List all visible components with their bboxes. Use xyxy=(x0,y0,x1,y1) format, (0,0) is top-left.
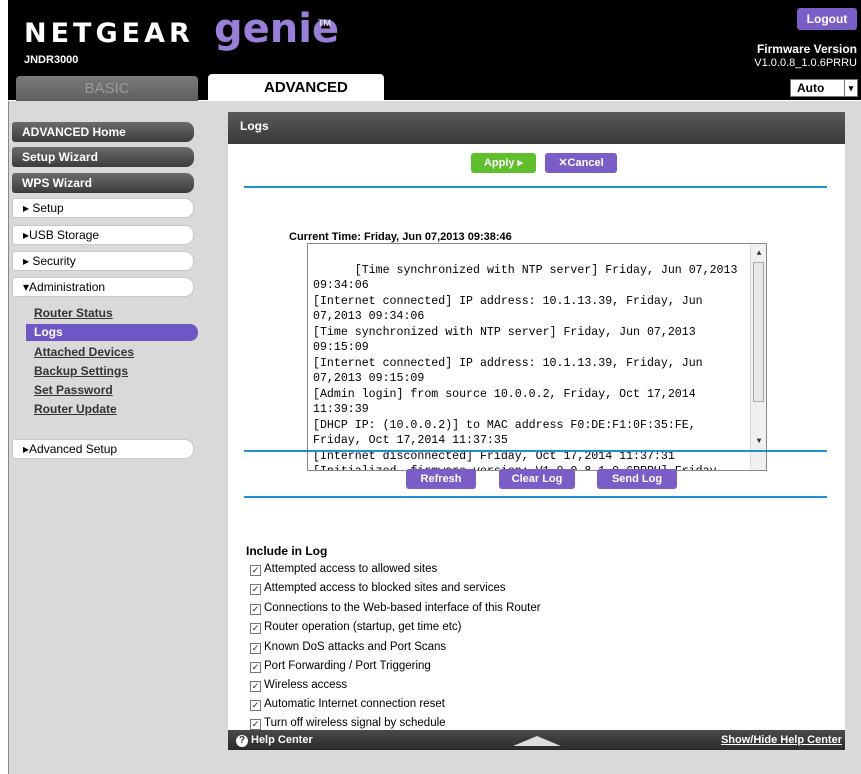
sidebar-item-administration[interactable]: ▾Administration xyxy=(12,277,194,297)
genie-logo: genie xyxy=(214,6,340,52)
logs-panel: Logs Apply ▸ ✕Cancel Current Time: Frida… xyxy=(228,112,845,750)
trademark-mark: TM xyxy=(318,18,331,28)
include-option[interactable]: ✓ Known DoS attacks and Port Scans xyxy=(250,641,446,654)
include-option[interactable]: ✓ Port Forwarding / Port Triggering xyxy=(250,660,431,673)
include-option-label: Attempted access to allowed sites xyxy=(264,563,438,575)
sidebar-item-security[interactable]: ▸ Security xyxy=(12,251,194,271)
include-option[interactable]: ✓ Attempted access to allowed sites xyxy=(250,563,437,576)
sidebar-link-set-password[interactable]: Set Password xyxy=(34,383,113,397)
divider xyxy=(244,496,827,498)
include-option-label: Known DoS attacks and Port Scans xyxy=(264,641,447,653)
log-text: [Time synchronized with NTP server] Frid… xyxy=(313,263,738,471)
checkbox[interactable]: ✓ xyxy=(250,700,261,711)
tab-advanced[interactable]: ADVANCED xyxy=(208,74,384,102)
clear-log-button[interactable]: Clear Log xyxy=(499,469,575,489)
chevron-down-icon[interactable]: ▾ xyxy=(844,80,857,96)
checkbox[interactable]: ✓ xyxy=(250,565,261,576)
include-option-label: Turn off wireless signal by schedule xyxy=(264,717,446,729)
sidebar-link-attached-devices[interactable]: Attached Devices xyxy=(34,345,134,359)
log-textarea[interactable]: [Time synchronized with NTP server] Frid… xyxy=(307,243,767,471)
include-option-label: Connections to the Web-based interface o… xyxy=(264,602,541,614)
include-option[interactable]: ✓ Attempted access to blocked sites and s… xyxy=(250,582,506,595)
help-center-bar: ? Help Center Show/Hide Help Center xyxy=(228,730,845,750)
language-select[interactable]: Auto ▾ xyxy=(790,79,858,97)
sidebar-link-backup-settings[interactable]: Backup Settings xyxy=(34,364,128,378)
language-select-value: Auto xyxy=(797,81,825,95)
sidebar-item-advanced-home[interactable]: ADVANCED Home xyxy=(12,122,194,142)
include-option-label: Router operation (startup, get time etc) xyxy=(264,621,462,633)
scroll-down-icon[interactable]: ▼ xyxy=(751,434,766,450)
panel-title: Logs xyxy=(228,112,845,144)
netgear-logo: NETGEAR xyxy=(24,18,194,49)
sidebar-item-setup[interactable]: ▸ Setup xyxy=(12,198,194,218)
sidebar-item-advanced-setup[interactable]: ▸Advanced Setup xyxy=(12,439,194,459)
divider xyxy=(244,450,827,452)
checkbox[interactable]: ✓ xyxy=(250,623,261,634)
model-name: JNDR3000 xyxy=(24,54,79,66)
tab-basic[interactable]: BASIC xyxy=(16,76,198,102)
checkbox[interactable]: ✓ xyxy=(250,604,261,615)
divider xyxy=(244,186,827,188)
show-hide-help-center-link[interactable]: Show/Hide Help Center xyxy=(721,734,842,746)
checkbox[interactable]: ✓ xyxy=(250,584,261,595)
help-center-label: Help Center xyxy=(251,734,313,746)
sidebar-link-router-status[interactable]: Router Status xyxy=(34,306,113,320)
sidebar-link-logs[interactable]: Logs xyxy=(26,324,198,341)
include-option-label: Wireless access xyxy=(264,679,348,691)
include-option[interactable]: ✓ Connections to the Web-based interface … xyxy=(250,602,541,615)
firmware-label: Firmware Version xyxy=(756,42,857,56)
sidebar-item-usb-storage[interactable]: ▸USB Storage xyxy=(12,225,194,245)
include-in-log-title: Include in Log xyxy=(246,544,328,558)
sidebar-item-wps-wizard[interactable]: WPS Wizard xyxy=(12,173,194,193)
checkbox[interactable]: ✓ xyxy=(250,662,261,673)
logout-button[interactable]: Logout xyxy=(797,8,857,30)
include-option-label: Attempted access to blocked sites and se… xyxy=(264,582,506,594)
include-option[interactable]: ✓ Automatic Internet connection reset xyxy=(250,698,445,711)
include-option-label: Automatic Internet connection reset xyxy=(264,698,445,710)
include-option[interactable]: ✓ Wireless access xyxy=(250,679,347,692)
firmware-value: V1.0.0.8_1.0.6PRRU xyxy=(754,57,857,69)
apply-button[interactable]: Apply ▸ xyxy=(471,153,536,173)
panel-body: Apply ▸ ✕Cancel Current Time: Friday, Ju… xyxy=(228,144,845,738)
checkbox[interactable]: ✓ xyxy=(250,719,261,730)
help-center-link[interactable]: ? Help Center xyxy=(236,734,313,747)
send-log-button[interactable]: Send Log xyxy=(597,469,677,489)
checkbox[interactable]: ✓ xyxy=(250,681,261,692)
scrollbar-thumb[interactable] xyxy=(753,262,764,402)
current-time: Current Time: Friday, Jun 07,2013 09:38:… xyxy=(289,231,512,243)
expand-arrow-icon[interactable] xyxy=(513,736,561,746)
include-option[interactable]: ✓ Turn off wireless signal by schedule xyxy=(250,717,446,730)
help-icon: ? xyxy=(236,735,248,747)
sidebar-item-setup-wizard[interactable]: Setup Wizard xyxy=(12,147,194,167)
sidebar-link-router-update[interactable]: Router Update xyxy=(34,402,117,416)
refresh-button[interactable]: Refresh xyxy=(406,469,476,489)
scroll-up-icon[interactable]: ▲ xyxy=(751,246,766,262)
checkbox[interactable]: ✓ xyxy=(250,643,261,654)
cancel-button[interactable]: ✕Cancel xyxy=(545,153,617,173)
include-option-label: Port Forwarding / Port Triggering xyxy=(264,660,431,672)
log-scrollbar[interactable]: ▲ ▼ xyxy=(750,244,766,470)
include-option[interactable]: ✓ Router operation (startup, get time etc… xyxy=(250,621,462,634)
